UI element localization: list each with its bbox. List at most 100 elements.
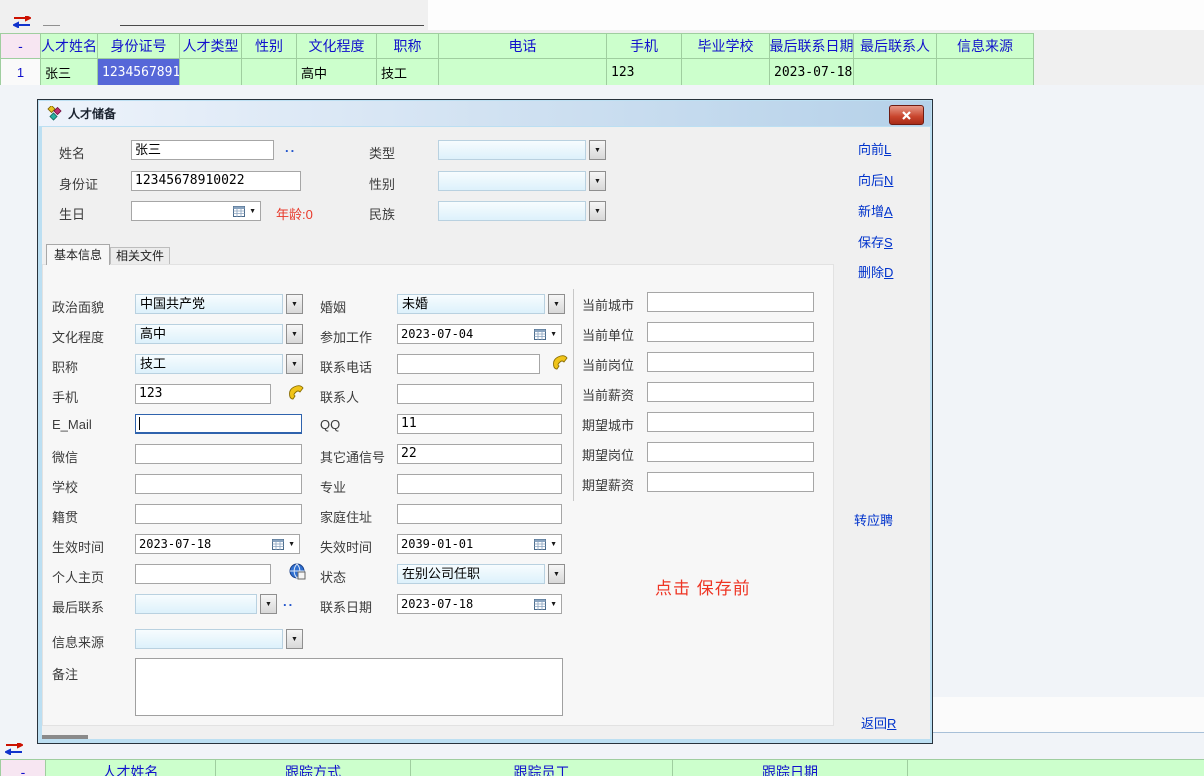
current-position-input[interactable]: [647, 352, 814, 372]
home-address-input[interactable]: [397, 504, 562, 524]
expiry-datepicker[interactable]: 2039-01-01 ▼: [397, 534, 562, 554]
close-button[interactable]: [889, 105, 924, 125]
marriage-combo[interactable]: 未婚▼: [397, 294, 565, 314]
col-header-last-contact-date[interactable]: 最后联系日期: [770, 34, 854, 58]
row-number-cell[interactable]: 1: [1, 59, 41, 86]
wechat-input[interactable]: [135, 444, 302, 464]
ethnicity-combo[interactable]: ▼: [438, 201, 606, 221]
school-input[interactable]: [135, 474, 302, 494]
col-header-info-source[interactable]: 信息来源: [937, 34, 1034, 58]
birthday-datepicker[interactable]: ▼: [131, 201, 261, 221]
col-header-idnumber[interactable]: 身份证号: [98, 34, 180, 58]
col-header-track-method[interactable]: 跟踪方式: [216, 760, 411, 776]
globe-icon[interactable]: [289, 563, 306, 580]
last-contact-combo[interactable]: ▼: [135, 594, 277, 614]
phone-dial-icon[interactable]: [551, 353, 569, 370]
save-button[interactable]: 保存S: [858, 232, 893, 251]
expected-position-input[interactable]: [647, 442, 814, 462]
cell-education[interactable]: 高中: [297, 59, 377, 86]
add-button[interactable]: 新增A: [858, 201, 893, 220]
cell-title[interactable]: 技工: [377, 59, 439, 86]
name-input[interactable]: 张三: [131, 140, 274, 160]
chevron-down-icon[interactable]: ▼: [245, 208, 260, 215]
expected-city-input[interactable]: [647, 412, 814, 432]
education-combo[interactable]: 高中▼: [135, 324, 303, 344]
chevron-down-icon[interactable]: ▼: [589, 201, 606, 221]
chevron-down-icon[interactable]: ▼: [589, 171, 606, 191]
mobile-input[interactable]: 123: [135, 384, 271, 404]
current-company-input[interactable]: [647, 322, 814, 342]
cell-idnumber-selected[interactable]: 12345678910022: [98, 59, 180, 86]
tab-basic-info[interactable]: 基本信息: [46, 244, 110, 265]
col-header-talent-type[interactable]: 人才类型: [180, 34, 242, 58]
tab-related-files[interactable]: 相关文件: [110, 247, 170, 265]
gender-combo[interactable]: ▼: [438, 171, 606, 191]
native-place-input[interactable]: [135, 504, 302, 524]
col-header-phone[interactable]: 电话: [439, 34, 607, 58]
chevron-down-icon[interactable]: ▼: [589, 140, 606, 160]
idcard-input[interactable]: 12345678910022: [131, 171, 301, 191]
contact-date-picker[interactable]: 2023-07-18 ▼: [397, 594, 562, 614]
info-source-combo[interactable]: ▼: [135, 629, 303, 649]
cell-school[interactable]: [682, 59, 770, 86]
major-input[interactable]: [397, 474, 562, 494]
qq-input[interactable]: 11: [397, 414, 562, 434]
chevron-down-icon[interactable]: ▼: [546, 601, 561, 608]
col-header-gender[interactable]: 性别: [242, 34, 297, 58]
chevron-down-icon[interactable]: ▼: [548, 294, 565, 314]
calendar-icon[interactable]: [534, 329, 546, 340]
phone-dial-icon[interactable]: [287, 383, 305, 400]
col-header-track-date[interactable]: 跟踪日期: [673, 760, 908, 776]
contact-phone-input[interactable]: [397, 354, 540, 374]
col-header-rowmark[interactable]: -: [1, 34, 41, 58]
expected-salary-input[interactable]: [647, 472, 814, 492]
cell-info-source[interactable]: [937, 59, 1034, 86]
calendar-icon[interactable]: [534, 599, 546, 610]
cell-mobile[interactable]: 123: [607, 59, 682, 86]
name-lookup-dots[interactable]: ..: [285, 140, 296, 155]
chevron-down-icon[interactable]: ▼: [546, 541, 561, 548]
transfer-to-apply-button[interactable]: 转应聘: [854, 510, 893, 529]
current-salary-input[interactable]: [647, 382, 814, 402]
col-header-mobile[interactable]: 手机: [607, 34, 682, 58]
col-header-name[interactable]: 人才姓名: [41, 34, 98, 58]
chevron-down-icon[interactable]: ▼: [548, 564, 565, 584]
remarks-textarea[interactable]: [135, 658, 563, 716]
contact-person-input[interactable]: [397, 384, 562, 404]
calendar-icon[interactable]: [534, 539, 546, 550]
return-button[interactable]: 返回R: [861, 713, 896, 732]
status-combo[interactable]: 在别公司任职▼: [397, 564, 565, 584]
cell-phone[interactable]: [439, 59, 607, 86]
col-header-rowmark[interactable]: -: [1, 760, 46, 776]
grid-navigator-icon[interactable]: [5, 743, 23, 755]
col-header-title[interactable]: 职称: [377, 34, 439, 58]
grid-navigator-icon[interactable]: [13, 16, 31, 28]
chevron-down-icon[interactable]: ▼: [286, 294, 303, 314]
type-combo[interactable]: ▼: [438, 140, 606, 160]
chevron-down-icon[interactable]: ▼: [284, 541, 299, 548]
col-header-track-employee[interactable]: 跟踪员工: [411, 760, 673, 776]
political-status-combo[interactable]: 中国共产党▼: [135, 294, 303, 314]
email-input[interactable]: [135, 414, 302, 434]
col-header-last-contact-person[interactable]: 最后联系人: [854, 34, 937, 58]
next-button[interactable]: 向后N: [858, 170, 893, 189]
col-header-blank[interactable]: [908, 760, 1204, 776]
col-header-school[interactable]: 毕业学校: [682, 34, 770, 58]
other-im-input[interactable]: 22: [397, 444, 562, 464]
col-header-talent-name[interactable]: 人才姓名: [46, 760, 216, 776]
chevron-down-icon[interactable]: ▼: [286, 629, 303, 649]
cell-gender[interactable]: [242, 59, 297, 86]
last-contact-lookup-dots[interactable]: ..: [283, 594, 294, 609]
col-header-education[interactable]: 文化程度: [297, 34, 377, 58]
cell-talent-type[interactable]: [180, 59, 242, 86]
delete-button[interactable]: 删除D: [858, 262, 893, 281]
cell-last-contact-date[interactable]: 2023-07-18: [770, 59, 854, 86]
calendar-icon[interactable]: [233, 206, 245, 217]
chevron-down-icon[interactable]: ▼: [260, 594, 277, 614]
prev-button[interactable]: 向前L: [858, 139, 891, 158]
work-start-datepicker[interactable]: 2023-07-04 ▼: [397, 324, 562, 344]
homepage-input[interactable]: [135, 564, 271, 584]
current-city-input[interactable]: [647, 292, 814, 312]
chevron-down-icon[interactable]: ▼: [286, 354, 303, 374]
effective-date-picker[interactable]: 2023-07-18 ▼: [135, 534, 300, 554]
